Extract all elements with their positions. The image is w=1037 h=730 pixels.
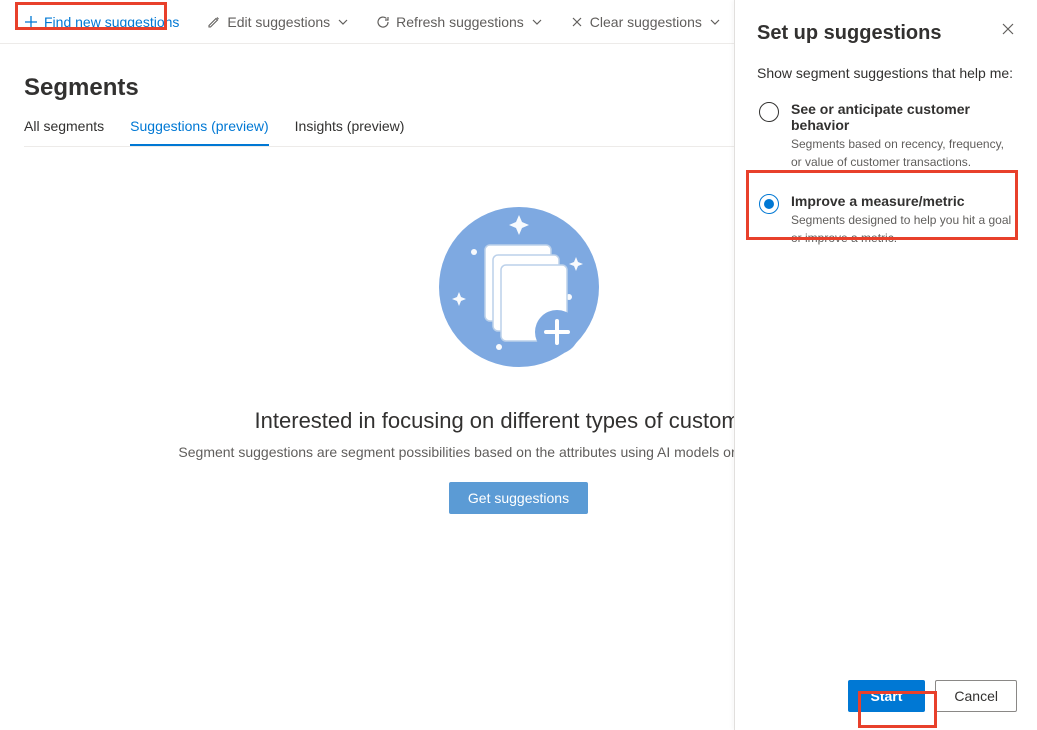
chevron-down-icon bbox=[710, 19, 720, 25]
chevron-down-icon bbox=[338, 19, 348, 25]
tab-suggestions[interactable]: Suggestions (preview) bbox=[130, 118, 269, 146]
option-text: Improve a measure/metric Segments design… bbox=[791, 193, 1013, 247]
panel-header: Set up suggestions bbox=[735, 0, 1037, 65]
sparkle-illustration-icon bbox=[429, 197, 609, 377]
close-icon bbox=[1001, 22, 1015, 36]
option-desc: Segments designed to help you hit a goal… bbox=[791, 211, 1013, 247]
tab-insights[interactable]: Insights (preview) bbox=[295, 118, 405, 146]
clear-icon bbox=[570, 15, 584, 29]
option-title: See or anticipate customer behavior bbox=[791, 101, 1013, 133]
edit-suggestions-label: Edit suggestions bbox=[227, 14, 330, 30]
refresh-suggestions-label: Refresh suggestions bbox=[396, 14, 524, 30]
find-new-suggestions-button[interactable]: Find new suggestions bbox=[18, 6, 185, 38]
plus-icon bbox=[24, 15, 38, 29]
option-text: See or anticipate customer behavior Segm… bbox=[791, 101, 1013, 171]
panel-title: Set up suggestions bbox=[757, 22, 941, 45]
clear-suggestions-button[interactable]: Clear suggestions bbox=[564, 6, 726, 38]
setup-suggestions-panel: Set up suggestions Show segment suggesti… bbox=[734, 0, 1037, 730]
pencil-icon bbox=[207, 15, 221, 29]
option-title: Improve a measure/metric bbox=[791, 193, 1013, 209]
refresh-icon bbox=[376, 15, 390, 29]
option-customer-behavior[interactable]: See or anticipate customer behavior Segm… bbox=[757, 99, 1015, 173]
panel-close-button[interactable] bbox=[1001, 22, 1015, 39]
edit-suggestions-button[interactable]: Edit suggestions bbox=[201, 6, 354, 38]
get-suggestions-button[interactable]: Get suggestions bbox=[449, 482, 588, 514]
option-desc: Segments based on recency, frequency, or… bbox=[791, 135, 1013, 171]
tab-all-segments[interactable]: All segments bbox=[24, 118, 104, 146]
cancel-button[interactable]: Cancel bbox=[935, 680, 1017, 712]
clear-suggestions-label: Clear suggestions bbox=[590, 14, 702, 30]
option-improve-metric[interactable]: Improve a measure/metric Segments design… bbox=[757, 191, 1015, 249]
start-button[interactable]: Start bbox=[848, 680, 926, 712]
find-new-suggestions-label: Find new suggestions bbox=[44, 14, 179, 30]
chevron-down-icon bbox=[532, 19, 542, 25]
refresh-suggestions-button[interactable]: Refresh suggestions bbox=[370, 6, 548, 38]
radio-icon bbox=[759, 102, 779, 122]
panel-lead: Show segment suggestions that help me: bbox=[757, 65, 1015, 81]
panel-footer: Start Cancel bbox=[735, 666, 1037, 730]
radio-icon bbox=[759, 194, 779, 214]
panel-body: Show segment suggestions that help me: S… bbox=[735, 65, 1037, 666]
